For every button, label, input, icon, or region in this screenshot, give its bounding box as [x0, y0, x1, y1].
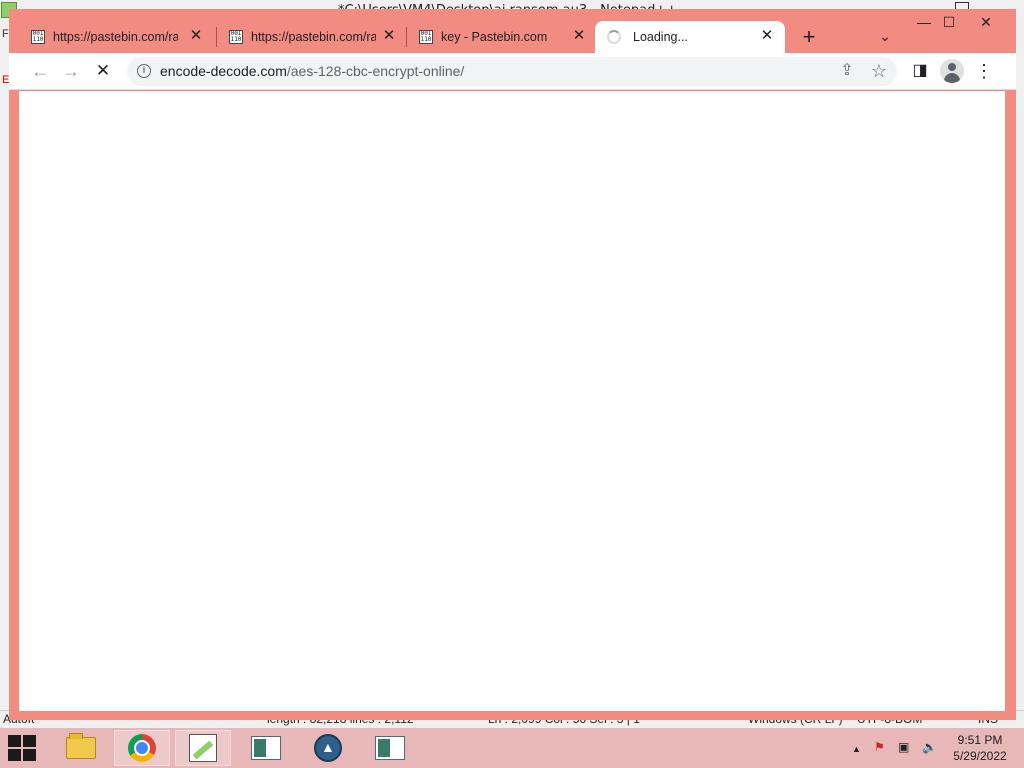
chrome-icon: [128, 734, 156, 762]
document-app-icon: [251, 736, 281, 760]
close-window-button[interactable]: ✕: [973, 13, 999, 31]
notepad-menu-char: F: [2, 28, 9, 40]
tab-loading-active[interactable]: Loading... ✕: [595, 21, 785, 53]
pastebin-raw-icon: 001 110: [419, 30, 433, 44]
windows-taskbar: ▲ ⚑ ▣ 🔈 9:51 PM 5/29/2022: [0, 728, 1024, 768]
forward-button[interactable]: →: [59, 59, 83, 83]
clock-time: 9:51 PM: [957, 733, 1003, 747]
tab-key-pastebin[interactable]: 001 110 key - Pastebin.com ✕: [397, 21, 597, 53]
tab-close-icon[interactable]: ✕: [759, 28, 775, 44]
document-app-taskbar-button[interactable]: [238, 730, 294, 766]
system-clock[interactable]: 9:51 PM 5/29/2022: [950, 732, 1010, 764]
autoit-icon: [314, 734, 342, 762]
page-viewport[interactable]: [19, 91, 1005, 711]
maximize-button[interactable]: ☐: [936, 13, 962, 31]
file-explorer-icon: [66, 733, 96, 759]
tab-strip: 001110 https://pastebin.com/raw/ ✕ 00111…: [9, 9, 1016, 53]
profile-avatar-icon[interactable]: [940, 59, 964, 83]
autoit-taskbar-button[interactable]: [300, 730, 356, 766]
tab-title: https://pastebin.com/raw/: [251, 30, 376, 44]
tab-title: Loading...: [633, 30, 688, 44]
tab-close-icon[interactable]: ✕: [381, 28, 397, 44]
notepad-plus-plus-taskbar-button[interactable]: [175, 730, 231, 766]
browser-toolbar: ← → ✕ i encode-decode.com/aes-128-cbc-en…: [9, 53, 1016, 90]
tab-pastebin-raw-2[interactable]: 001110 https://pastebin.com/raw/ ✕: [207, 21, 407, 53]
share-icon[interactable]: ⇪: [835, 59, 859, 83]
url-path: /aes-128-cbc-encrypt-online/: [286, 63, 465, 79]
chrome-taskbar-button[interactable]: [114, 730, 170, 766]
new-tab-button[interactable]: +: [796, 24, 822, 50]
avatar-body: [944, 73, 960, 83]
action-center-flag-icon[interactable]: ⚑: [874, 740, 885, 754]
notepad-plus-plus-icon: [189, 734, 217, 762]
tray-overflow-chevron-icon[interactable]: ▲: [852, 744, 861, 754]
side-panel-icon[interactable]: ◨: [908, 59, 932, 83]
document-app-2-icon: [375, 736, 405, 760]
tab-pastebin-raw-1[interactable]: 001110 https://pastebin.com/raw/ ✕: [9, 21, 214, 53]
tab-search-chevron-icon[interactable]: ⌄: [875, 26, 895, 46]
avatar-head: [948, 63, 956, 71]
pastebin-raw-icon: 001 110: [31, 30, 45, 44]
minimize-button[interactable]: —: [911, 13, 937, 31]
file-explorer-button[interactable]: [53, 730, 109, 766]
tab-close-icon[interactable]: ✕: [188, 28, 204, 44]
volume-muted-icon[interactable]: 🔈: [922, 740, 937, 754]
windows-start-icon[interactable]: [8, 735, 38, 761]
bookmark-star-icon[interactable]: ☆: [867, 59, 891, 83]
clock-date: 5/29/2022: [953, 749, 1007, 763]
address-url[interactable]: encode-decode.com/aes-128-cbc-encrypt-on…: [160, 63, 464, 79]
back-button[interactable]: ←: [28, 59, 52, 83]
address-bar[interactable]: i encode-decode.com/aes-128-cbc-encrypt-…: [127, 57, 897, 86]
chrome-window: 001110 https://pastebin.com/raw/ ✕ 00111…: [9, 9, 1016, 720]
document-app-2-taskbar-button[interactable]: [362, 730, 418, 766]
url-host: encode-decode.com: [160, 63, 287, 79]
loading-spinner-icon: [607, 30, 621, 44]
tab-title: key - Pastebin.com: [441, 30, 548, 44]
tab-close-icon[interactable]: ✕: [571, 28, 587, 44]
site-info-icon[interactable]: i: [137, 64, 151, 78]
network-icon[interactable]: ▣: [898, 740, 909, 754]
tab-title: https://pastebin.com/raw/: [53, 30, 178, 44]
stop-loading-button[interactable]: ✕: [91, 59, 115, 83]
chrome-menu-icon[interactable]: ⋮: [972, 59, 996, 83]
pastebin-raw-icon: 001 110: [229, 30, 243, 44]
